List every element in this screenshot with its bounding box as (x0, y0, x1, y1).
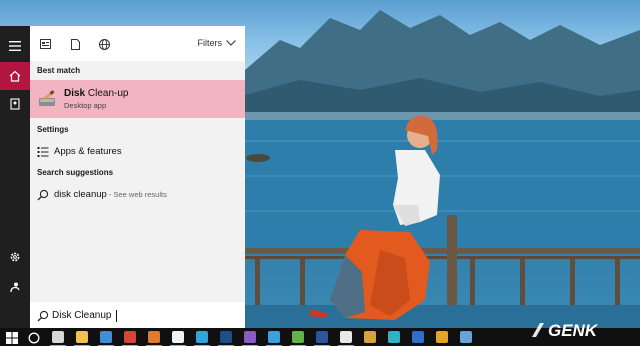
app-bird-icon[interactable] (266, 331, 282, 346)
search-box-icon (37, 309, 49, 327)
web-filter-icon[interactable] (97, 37, 111, 51)
best-match-subtitle: Desktop app (64, 101, 107, 110)
telegram-icon[interactable] (194, 331, 210, 346)
edge-icon[interactable] (98, 331, 114, 346)
filters-dropdown[interactable]: Filters (198, 38, 237, 48)
photoshop-icon[interactable] (218, 331, 234, 346)
app-orange-icon[interactable] (146, 331, 162, 346)
best-match-result[interactable]: Disk Clean-up Desktop app (30, 80, 245, 118)
app-green-icon[interactable] (290, 331, 306, 346)
settings-heading: Settings (37, 125, 69, 134)
app-store-icon[interactable] (460, 331, 472, 343)
apps-filter-icon[interactable] (38, 37, 52, 51)
word-icon[interactable] (314, 331, 330, 346)
search-icon (37, 188, 49, 201)
hamburger-menu-button[interactable] (0, 32, 30, 60)
app-multicolor-icon[interactable] (364, 331, 376, 343)
app-red-icon[interactable] (122, 331, 138, 346)
best-match-title: Disk Clean-up (64, 88, 129, 99)
search-box[interactable] (30, 302, 245, 328)
file-explorer-icon[interactable] (74, 331, 90, 346)
cortana-circle-icon[interactable] (28, 331, 40, 346)
settings-gear-icon (9, 251, 21, 263)
filters-label: Filters (197, 38, 223, 48)
documents-filter-icon[interactable] (68, 37, 82, 51)
hamburger-menu-icon (9, 41, 21, 51)
suggestion-text: disk cleanup - See web results (54, 189, 167, 200)
search-suggestions-heading: Search suggestions (37, 168, 114, 177)
text-caret (116, 310, 117, 322)
search-panel: Filters Best match Disk Clean-up Desktop… (30, 26, 245, 328)
app-purple-icon[interactable] (242, 331, 258, 346)
app-blue2-icon[interactable] (412, 331, 424, 343)
disk-cleanup-app-icon (37, 89, 57, 109)
genk-watermark: GENK (528, 319, 632, 341)
notebook-icon (9, 98, 21, 110)
home-icon (9, 70, 21, 82)
search-filter-bar: Filters (30, 26, 245, 61)
app-circle-icon[interactable] (170, 331, 186, 346)
search-input[interactable] (52, 307, 232, 323)
app-cyan-icon[interactable] (388, 331, 400, 343)
watermark-text: GENK (548, 321, 599, 340)
feedback-icon (9, 281, 21, 293)
task-view-icon[interactable] (50, 331, 66, 346)
home-button[interactable] (0, 62, 30, 90)
suggestion-hint: - See web results (106, 190, 167, 199)
apps-features-icon (37, 145, 49, 157)
suggestion-disk-cleanup[interactable]: disk cleanup - See web results (30, 184, 245, 204)
notebook-button[interactable] (0, 90, 30, 118)
windows-logo-icon[interactable] (6, 331, 18, 346)
settings-result-apps-features[interactable]: Apps & features (30, 141, 245, 161)
feedback-button[interactable] (0, 273, 30, 301)
chrome-icon[interactable] (436, 331, 448, 343)
apps-features-label: Apps & features (54, 146, 122, 157)
best-match-heading: Best match (37, 66, 81, 75)
settings-button[interactable] (0, 243, 30, 271)
suggestion-query: disk cleanup (54, 189, 107, 200)
start-rail (0, 26, 30, 328)
chevron-down-icon (226, 38, 236, 48)
app-white-icon[interactable] (338, 331, 354, 346)
